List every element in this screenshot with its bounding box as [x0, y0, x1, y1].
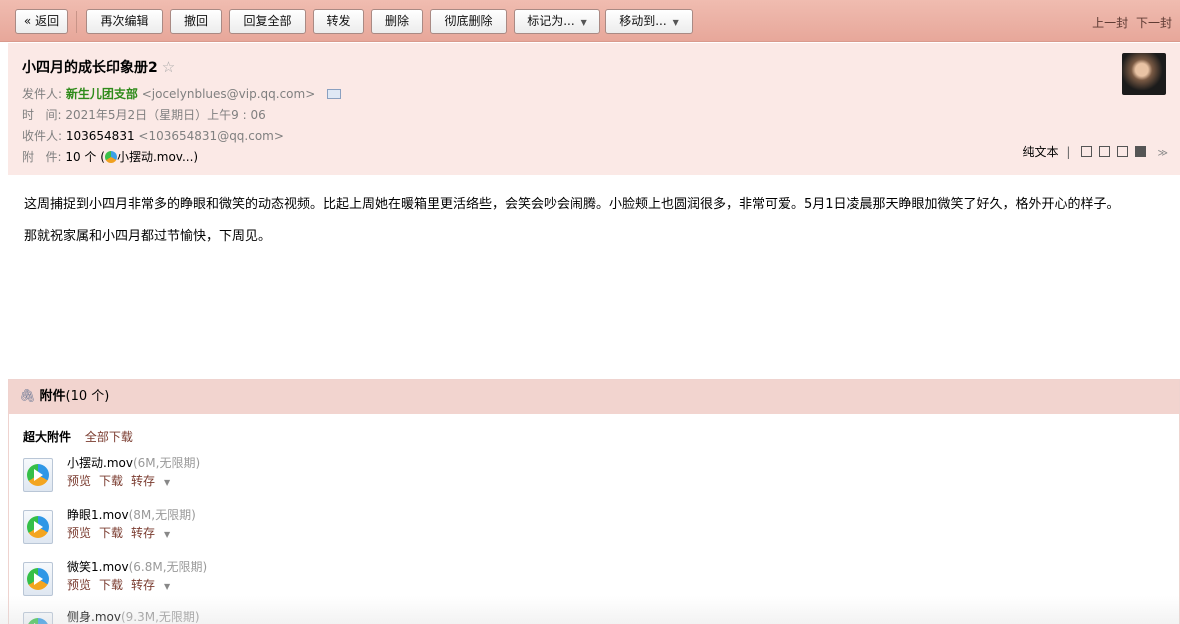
mark-as-label: 标记为...	[527, 14, 575, 28]
save-to-dropdown[interactable]: 转存 ▼	[131, 526, 178, 540]
subject-text: 小四月的成长印象册2	[22, 60, 158, 76]
move-to-label: 移动到...	[619, 14, 667, 28]
chevron-down-icon: ▼	[164, 582, 171, 591]
to-label: 收件人:	[22, 129, 63, 143]
download-all-link[interactable]: 全部下载	[85, 430, 133, 444]
attachment-item: 侧身.mov(9.3M,无限期)	[23, 608, 423, 624]
preview-link[interactable]: 预览	[67, 526, 91, 540]
sender-name[interactable]: 新生儿团支部	[66, 87, 138, 101]
attachment-label: 附 件:	[22, 150, 62, 164]
recall-button[interactable]: 撤回	[170, 9, 222, 34]
save-to-dropdown[interactable]: 转存 ▼	[131, 474, 178, 488]
back-button[interactable]: « 返回	[15, 9, 68, 34]
recipient-row: 收件人: 103654831 <103654831@qq.com>	[22, 127, 284, 144]
body-paragraph: 那就祝家属和小四月都过节愉快，下周见。	[24, 229, 272, 244]
preview-link[interactable]: 预览	[67, 474, 91, 488]
attachment-actions: 预览 下载 转存 ▼	[67, 576, 186, 593]
attachment-row: 附 件: 10 个 (小摆动.mov...)	[22, 148, 198, 165]
attachment-actions: 预览 下载 转存 ▼	[67, 472, 186, 489]
video-icon	[104, 151, 117, 163]
view-tools: 纯文本 | ≫	[1023, 143, 1169, 160]
toolbar-divider	[76, 11, 77, 33]
download-link[interactable]: 下载	[99, 474, 123, 488]
large-attachments-label: 超大附件	[23, 430, 72, 444]
attachment-name[interactable]: 睁眼1.mov(8M,无限期)	[67, 506, 196, 523]
download-link[interactable]: 下载	[99, 578, 123, 592]
attachment-item: 睁眼1.mov(8M,无限期) 预览 下载 转存 ▼	[23, 506, 423, 550]
from-label: 发件人:	[22, 87, 63, 101]
contact-card-icon[interactable]	[327, 89, 342, 99]
next-mail-link[interactable]: 下一封	[1136, 16, 1172, 30]
chevron-down-icon: ▼	[580, 18, 587, 27]
chevron-down-icon: ▼	[164, 530, 171, 539]
prev-mail-link[interactable]: 上一封	[1092, 16, 1128, 30]
chevron-down-icon: ▼	[672, 18, 679, 27]
toolbar: « 返回 再次编辑 撤回 回复全部 转发 删除 彻底删除 标记为... ▼ 移动到…	[0, 0, 1180, 42]
recipient-name[interactable]: 103654831	[66, 129, 135, 143]
attachment-item: 微笑1.mov(6.8M,无限期) 预览 下载 转存 ▼	[23, 558, 423, 602]
star-icon[interactable]: ☆	[162, 58, 175, 76]
mail-body: 这周捕捉到小四月非常多的睁眼和微笑的动态视频。比起上周她在暖箱里更活络些，会笑会…	[24, 194, 1164, 258]
attachment-paren-close: )	[193, 150, 199, 164]
sender-email: <jocelynblues@vip.qq.com>	[141, 87, 316, 101]
attachments-header: 🖇 附件(10 个)	[9, 380, 1179, 414]
chevron-down-icon: ▼	[164, 478, 171, 487]
attachment-item: 小摆动.mov(6M,无限期) 预览 下载 转存 ▼	[23, 454, 423, 498]
attachments-panel: 🖇 附件(10 个) 超大附件 全部下载 小摆动.mov(6M,无限期) 预览 下载…	[8, 379, 1180, 624]
sender-avatar[interactable]	[1122, 53, 1166, 95]
copy-icon[interactable]	[1099, 146, 1111, 157]
delete-permanently-button[interactable]: 彻底删除	[430, 9, 507, 34]
video-file-icon[interactable]	[23, 458, 53, 492]
mark-as-dropdown[interactable]: 标记为... ▼	[514, 9, 600, 34]
recipient-email: <103654831@qq.com>	[138, 129, 284, 143]
first-attachment-link[interactable]: 小摆动.mov...	[117, 150, 193, 164]
time-label: 时 间:	[22, 108, 62, 122]
mail-subject: 小四月的成长印象册2 ☆	[22, 57, 175, 77]
forward-button[interactable]: 转发	[313, 9, 364, 34]
attachment-name[interactable]: 微笑1.mov(6.8M,无限期)	[67, 558, 207, 575]
attachments-count: (10 个)	[65, 389, 110, 404]
attachment-actions: 预览 下载 转存 ▼	[67, 524, 186, 541]
video-file-icon[interactable]	[23, 562, 53, 596]
move-to-dropdown[interactable]: 移动到... ▼	[605, 9, 693, 34]
mail-navigation: 上一封 下一封	[1088, 14, 1172, 31]
expand-icon[interactable]: ≫	[1158, 148, 1168, 159]
attachment-name[interactable]: 小摆动.mov(6M,无限期)	[67, 454, 200, 471]
video-file-icon[interactable]	[23, 510, 53, 544]
reply-all-button[interactable]: 回复全部	[229, 9, 306, 34]
time-value: 2021年5月2日（星期日）上午9 : 06	[65, 108, 266, 122]
download-icon[interactable]	[1116, 146, 1128, 157]
preview-link[interactable]: 预览	[67, 578, 91, 592]
body-paragraph: 这周捕捉到小四月非常多的睁眼和微笑的动态视频。比起上周她在暖箱里更活络些，会笑会…	[24, 197, 1120, 212]
attachment-count[interactable]: 10 个	[65, 150, 96, 164]
time-row: 时 间: 2021年5月2日（星期日）上午9 : 06	[22, 106, 266, 123]
sender-row: 发件人: 新生儿团支部 <jocelynblues@vip.qq.com>	[22, 85, 342, 102]
divider: |	[1066, 145, 1071, 159]
re-edit-button[interactable]: 再次编辑	[86, 9, 163, 34]
delete-button[interactable]: 删除	[371, 9, 423, 34]
paperclip-icon: 🖇	[19, 389, 36, 404]
large-attachments-bar: 超大附件 全部下载	[23, 428, 133, 445]
download-link[interactable]: 下载	[99, 526, 123, 540]
mail-header: 小四月的成长印象册2 ☆ 发件人: 新生儿团支部 <jocelynblues@vi…	[8, 43, 1180, 175]
print-icon[interactable]	[1134, 146, 1146, 157]
video-file-icon[interactable]	[23, 612, 53, 624]
attachments-title: 附件	[39, 389, 66, 404]
attachment-name[interactable]: 侧身.mov(9.3M,无限期)	[67, 608, 200, 624]
new-window-icon[interactable]	[1081, 146, 1093, 157]
save-to-dropdown[interactable]: 转存 ▼	[131, 578, 178, 592]
plain-text-link[interactable]: 纯文本	[1023, 145, 1059, 159]
